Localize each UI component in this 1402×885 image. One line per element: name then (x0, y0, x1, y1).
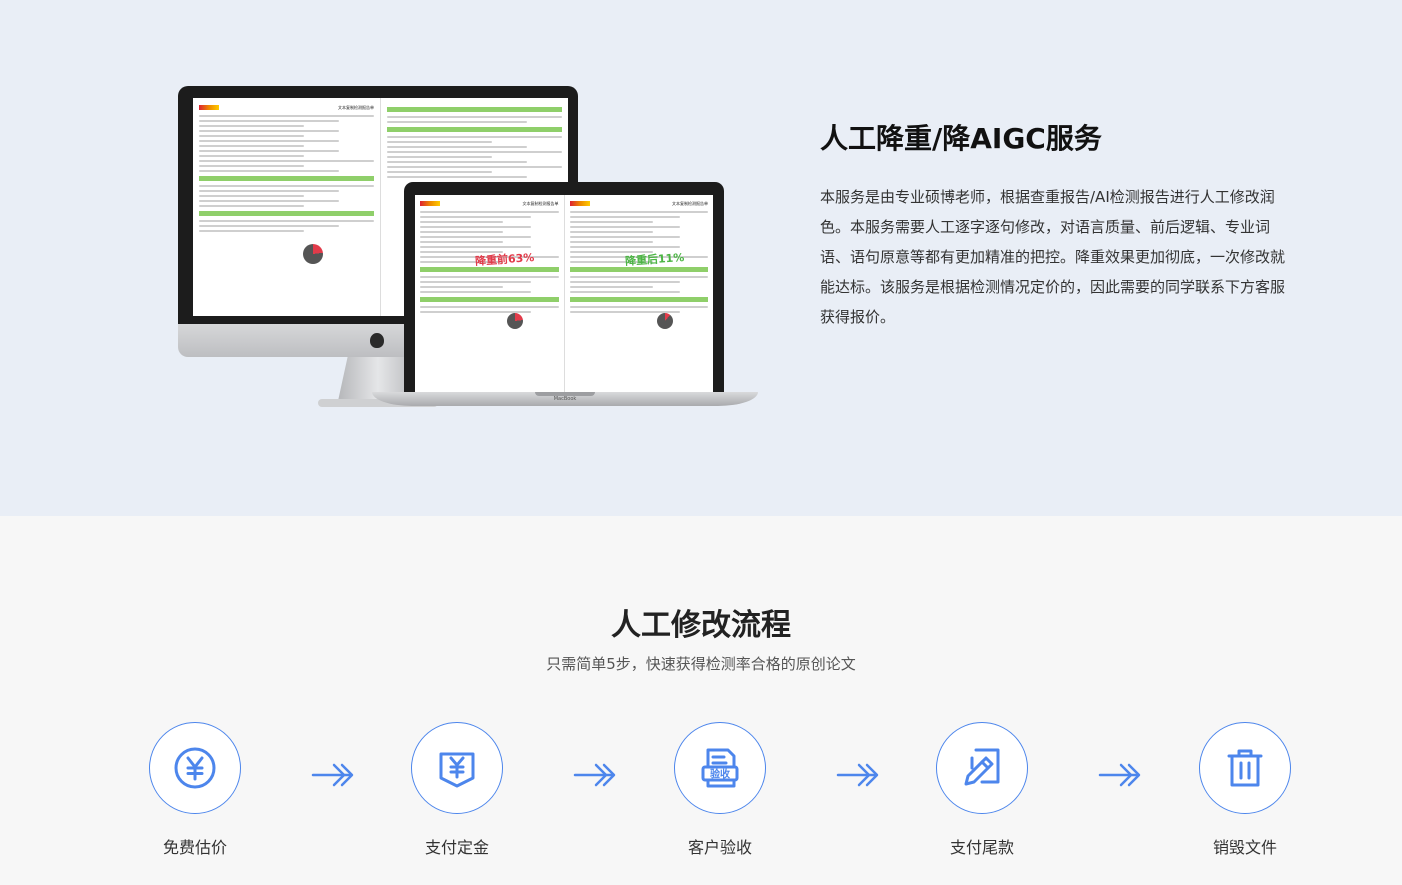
laptop-illustration: 文本复制检测报告单 降重前63% 文本复制检测报告单 降重后11% MacBoo… (372, 182, 758, 406)
yen-circle-icon (174, 747, 216, 789)
step-label: 客户验收 (687, 838, 752, 857)
acceptance-document-icon: 验收 (701, 748, 739, 788)
double-arrow-icon (1098, 763, 1141, 787)
step-icon-circle: 验收 (674, 722, 766, 814)
report-title: 文本复制检测报告单 (672, 200, 708, 206)
hero-description: 本服务是由专业硕博老师，根据查重报告/AI检测报告进行人工修改润色。本服务需要人… (820, 188, 1286, 326)
report-title: 文本复制检测报告单 (522, 200, 559, 206)
hero-title: 人工降重/降AIGC服务 (820, 122, 1102, 155)
step-icon-circle (411, 722, 503, 814)
double-arrow-icon (311, 763, 354, 787)
flow-step-free-estimate: 免费估价 (135, 722, 255, 858)
edit-document-icon (964, 748, 1000, 786)
icon-text: 验收 (710, 768, 730, 781)
laptop-display: 文本复制检测报告单 降重前63% 文本复制检测报告单 降重后11% (415, 195, 713, 392)
flow-step-destroy-files: 销毁文件 (1185, 722, 1305, 858)
step-label: 免费估价 (162, 838, 227, 857)
step-label: 支付定金 (424, 838, 489, 857)
flow-step-pay-deposit: 支付定金 (397, 722, 517, 858)
report-after: 文本复制检测报告单 降重后11% (565, 195, 714, 392)
flow-subtitle: 只需简单5步，快速获得检测率合格的原创论文 (546, 655, 856, 673)
yen-document-icon (439, 752, 475, 788)
flow-title: 人工修改流程 (611, 608, 791, 643)
laptop-base: MacBook (372, 392, 758, 406)
step-label: 销毁文件 (1212, 838, 1277, 857)
report-page: 文本复制检测报告单 (193, 98, 381, 316)
report-title: 文本复制检测报告单 (338, 104, 374, 110)
report-before: 文本复制检测报告单 降重前63% (415, 195, 565, 392)
similarity-pie (303, 244, 323, 264)
hero-section: 文本复制检测报告单 文本复制检测报告单 降重前63% 文本复制检测报告单 降重后… (0, 0, 1402, 516)
laptop-screen: 文本复制检测报告单 降重前63% 文本复制检测报告单 降重后11% (404, 182, 724, 392)
step-icon-circle (936, 722, 1028, 814)
after-pie (656, 313, 673, 329)
before-pie (507, 313, 523, 329)
step-icon-circle (1199, 722, 1291, 814)
flow-step-customer-acceptance: 验收 客户验收 (660, 722, 780, 858)
double-arrow-icon (573, 763, 616, 787)
flow-step-pay-balance: 支付尾款 (922, 722, 1042, 858)
step-icon-circle (149, 722, 241, 814)
laptop-brand: MacBook (553, 396, 577, 402)
trash-icon (1227, 749, 1263, 787)
double-arrow-icon (836, 763, 879, 787)
step-label: 支付尾款 (949, 838, 1014, 857)
